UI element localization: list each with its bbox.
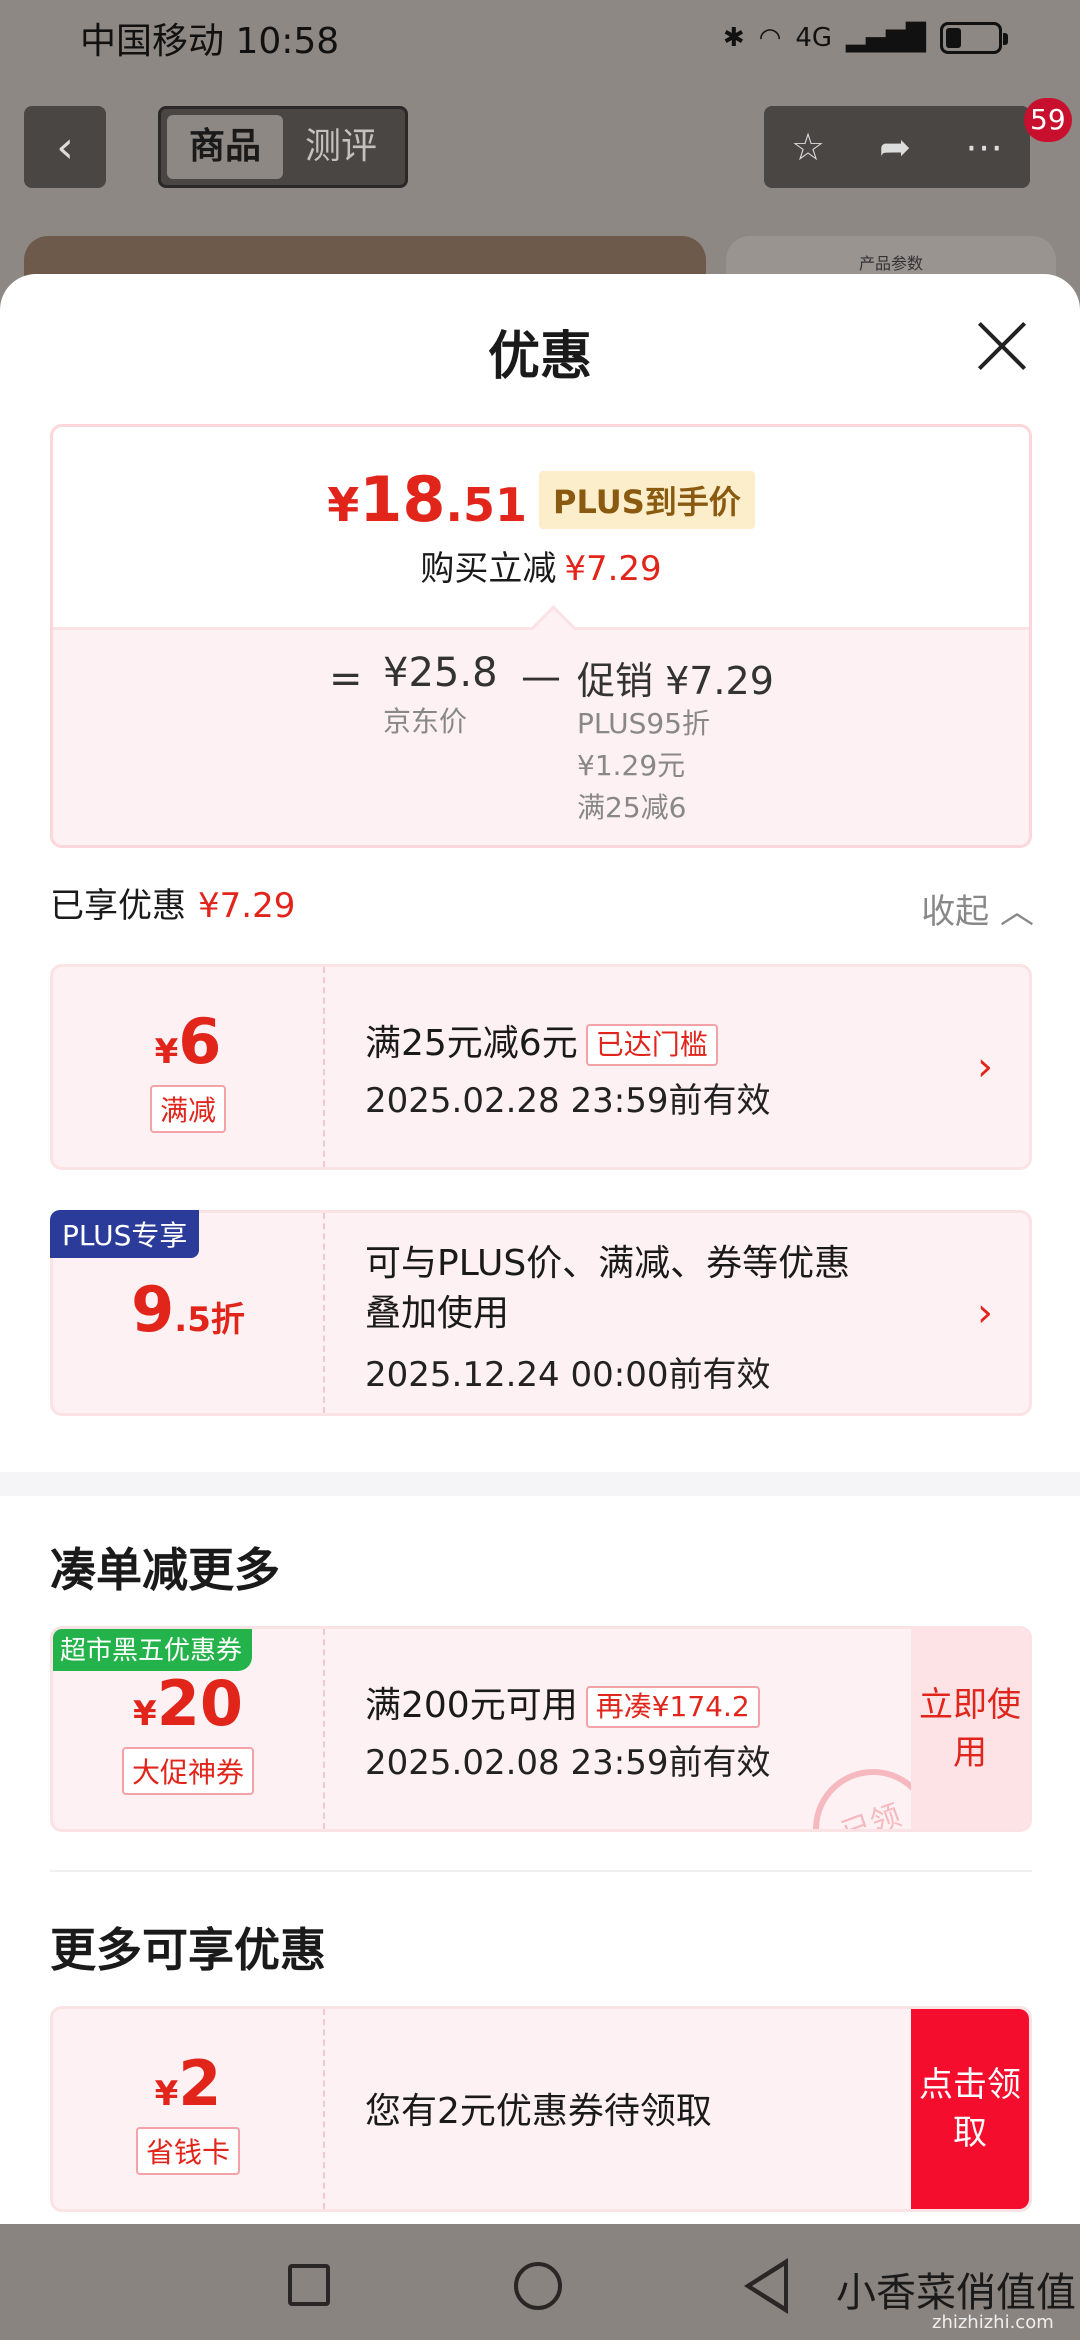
minus-sign: — <box>521 654 561 700</box>
coupon-card[interactable]: ¥6 满减 满25元减6元 已达门槛 2025.02.28 23:59前有效 › <box>50 964 1032 1170</box>
coupon-type-tag: 满减 <box>149 1085 227 1133</box>
promo-line: ¥1.29元 <box>577 749 686 782</box>
plus-exclusive-badge: PLUS专享 <box>50 1210 200 1258</box>
watermark: 小香菜俏值值 <box>836 2270 1076 2316</box>
final-price: ¥18.51 <box>327 463 528 536</box>
signal-icon: ▂▄▆█ <box>846 23 926 53</box>
home-icon[interactable] <box>514 2262 562 2310</box>
coupon-type-tag: 省钱卡 <box>135 2127 241 2175</box>
discount-sheet: 优惠 ¥18.51 PLUS到手价 购买立减 ¥7.29 = ¥25.8 京东价 … <box>0 274 1080 2224</box>
coupon-amount: ¥6 <box>154 1005 222 1078</box>
status-tag: 已达门槛 <box>585 1024 718 1066</box>
carrier-time: 中国移动 10:58 <box>80 21 340 62</box>
price-summary: ¥18.51 PLUS到手价 购买立减 ¥7.29 <box>53 427 1029 627</box>
coupon-amount: 9.5折 <box>131 1273 245 1346</box>
sheet-title: 优惠 <box>487 327 592 387</box>
plus-price-tag: PLUS到手价 <box>539 470 755 529</box>
back-icon[interactable] <box>744 2258 788 2314</box>
coupon-card: ¥2 省钱卡 您有2元优惠券待领取 点击领取 <box>50 2006 1032 2212</box>
close-icon[interactable] <box>974 318 1030 374</box>
collapse-button[interactable]: 收起 ︿ <box>921 884 1034 933</box>
coupon-date: 2025.02.28 23:59前有效 <box>365 1081 771 1121</box>
coupon-card[interactable]: 9.5折 PLUS专享 可与PLUS价、满减、券等优惠 叠加使用 2025.12.… <box>50 1210 1032 1416</box>
section-title: 更多可享优惠 <box>50 1923 326 1977</box>
equals-sign: = <box>329 656 363 702</box>
price-card: ¥18.51 PLUS到手价 购买立减 ¥7.29 = ¥25.8 京东价 — 促… <box>50 424 1032 848</box>
watermark-url: zhizhizhi.com <box>932 2312 1054 2333</box>
star-icon[interactable]: ☆ <box>791 125 825 169</box>
coupon-amount-box: ¥6 满减 <box>53 967 325 1167</box>
enjoyed-discount: 已享优惠 ¥7.29 <box>50 886 296 926</box>
notification-badge: 59 <box>1024 98 1072 142</box>
chevron-right-icon: › <box>977 1044 993 1090</box>
jd-price: ¥25.8 <box>383 650 498 696</box>
more-icon[interactable]: ⋯ <box>965 125 1003 169</box>
use-now-button[interactable]: 立即使用 <box>911 1629 1029 1829</box>
instant-reduce: 购买立减 ¥7.29 <box>420 549 662 589</box>
battery-icon <box>940 22 1008 54</box>
coupon-type-tag: 大促神券 <box>121 1747 255 1795</box>
section-separator <box>0 1472 1080 1496</box>
black-friday-badge: 超市黑五优惠券 <box>53 1629 253 1671</box>
share-icon[interactable]: ➦ <box>879 125 911 169</box>
coupon-desc: 可与PLUS价、满减、券等优惠 叠加使用 <box>365 1243 851 1334</box>
claim-button[interactable]: 点击领取 <box>911 2009 1029 2209</box>
coupon-amount: ¥2 <box>154 2047 222 2120</box>
jd-price-label: 京东价 <box>383 705 468 738</box>
coupon-date: 2025.12.24 00:00前有效 <box>365 1355 771 1395</box>
back-button[interactable]: ‹ <box>24 106 106 188</box>
promo-line: PLUS95折 <box>577 707 710 740</box>
price-breakdown: = ¥25.8 京东价 — 促销 ¥7.29 PLUS95折 ¥1.29元 满2… <box>53 627 1029 845</box>
status-icons: ✱ ◠ 4G ▂▄▆█ <box>722 22 1008 54</box>
coupon-desc: 您有2元优惠券待领取 <box>365 2091 712 2132</box>
coupon-card: ¥20 大促神券 超市黑五优惠券 满200元可用 再凑¥174.2 2025.02… <box>50 1626 1032 1832</box>
coupon-amount-box: ¥2 省钱卡 <box>53 2009 325 2209</box>
tab-review[interactable]: 测评 <box>283 115 399 179</box>
divider <box>50 1870 1032 1872</box>
wifi-icon: ◠ <box>758 23 782 53</box>
section-title: 凑单减更多 <box>50 1543 280 1597</box>
status-tag: 再凑¥174.2 <box>585 1686 760 1728</box>
nav-actions: ☆ ➦ ⋯ <box>764 106 1030 188</box>
coupon-date: 2025.02.08 23:59前有效 <box>365 1743 771 1783</box>
chevron-right-icon: › <box>977 1290 993 1336</box>
system-nav-bar: 小香菜俏值值 zhizhizhi.com <box>0 2224 1080 2340</box>
status-bar: 中国移动 10:58 ✱ ◠ 4G ▂▄▆█ <box>0 0 1080 76</box>
tab-switch: 商品 测评 <box>158 106 408 188</box>
promo-amount: 促销 ¥7.29 <box>577 659 774 703</box>
coupon-desc: 满200元可用 再凑¥174.2 <box>365 1681 760 1731</box>
promo-line: 满25减6 <box>577 791 687 824</box>
network-type: 4G <box>795 23 833 53</box>
top-nav: ‹ 商品 测评 ☆ ➦ ⋯ <box>0 106 1080 188</box>
coupon-amount: ¥20 <box>133 1667 243 1740</box>
recents-icon[interactable] <box>288 2264 330 2306</box>
tab-product[interactable]: 商品 <box>167 115 283 179</box>
chevron-left-icon: ‹ <box>56 121 74 173</box>
coupon-desc: 满25元减6元 已达门槛 <box>365 1019 718 1069</box>
bluetooth-icon: ✱ <box>722 23 745 53</box>
